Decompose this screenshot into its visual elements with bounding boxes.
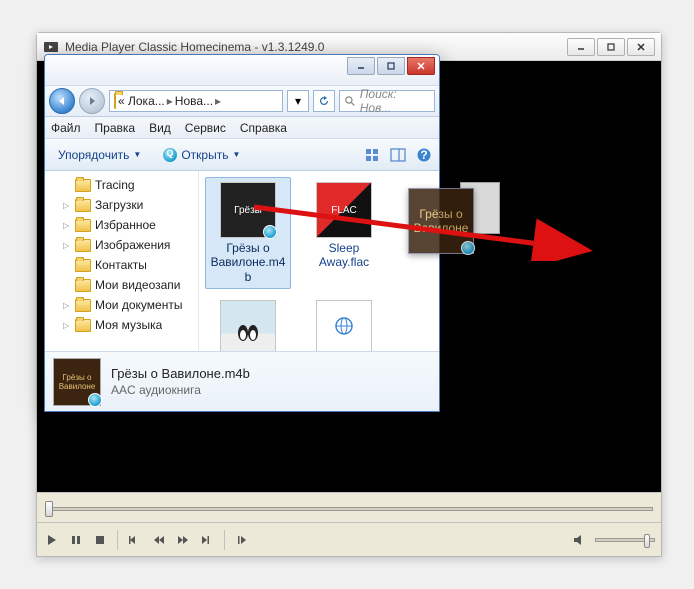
breadcrumb-segment[interactable]: Нова... — [175, 94, 213, 108]
step-button[interactable] — [233, 531, 251, 549]
help-button[interactable]: ? — [415, 146, 433, 164]
quicktime-overlay-icon — [88, 393, 102, 407]
chevron-down-icon: ▼ — [232, 150, 240, 159]
details-pane: Грёзы оВавилоне Грёзы о Вавилоне.m4b AAC… — [45, 351, 439, 411]
folder-icon — [114, 94, 116, 108]
mpc-title: Media Player Classic Homecinema - v1.3.1… — [65, 40, 567, 54]
skip-forward-button[interactable] — [198, 531, 216, 549]
svg-text:?: ? — [420, 148, 427, 162]
chevron-right-icon: ▸ — [215, 94, 221, 108]
views-button[interactable] — [363, 146, 381, 164]
mpc-seek-bar[interactable] — [37, 492, 661, 522]
file-name: Грёзы о Вавилоне.m4b — [208, 241, 288, 284]
explorer-toolbar: Упорядочить▼ Открыть▼ ? — [45, 139, 439, 171]
organize-button[interactable]: Упорядочить▼ — [51, 145, 148, 165]
expand-icon[interactable]: ▷ — [63, 201, 71, 210]
back-button[interactable] — [49, 88, 75, 114]
folder-icon — [75, 279, 91, 292]
tree-item[interactable]: ▷Загрузки — [51, 195, 198, 215]
quicktime-overlay-icon — [263, 225, 277, 239]
mpc-minimize-button[interactable] — [567, 38, 595, 56]
folder-icon — [75, 299, 91, 312]
details-thumbnail: Грёзы оВавилоне — [53, 358, 101, 406]
menu-tools[interactable]: Сервис — [185, 121, 226, 135]
mpc-app-icon — [43, 39, 59, 55]
folder-icon — [75, 259, 91, 272]
rewind-button[interactable] — [150, 531, 168, 549]
folder-icon — [75, 239, 91, 252]
search-placeholder: Поиск: Нов... — [360, 87, 430, 115]
explorer-close-button[interactable] — [407, 57, 435, 75]
file-thumbnail — [316, 300, 372, 356]
file-thumbnail — [220, 300, 276, 356]
mpc-close-button[interactable] — [627, 38, 655, 56]
details-filename: Грёзы о Вавилоне.m4b — [111, 366, 250, 381]
explorer-titlebar[interactable] — [45, 55, 439, 85]
tree-item[interactable]: Мои видеозапи — [51, 275, 198, 295]
menu-file[interactable]: Файл — [51, 121, 81, 135]
chevron-right-icon: ▸ — [167, 94, 173, 108]
menu-view[interactable]: Вид — [149, 121, 171, 135]
mute-button[interactable] — [571, 531, 589, 549]
folder-icon — [75, 199, 91, 212]
search-input[interactable]: Поиск: Нов... — [339, 90, 435, 112]
preview-pane-button[interactable] — [389, 146, 407, 164]
file-thumbnail: FLAC — [316, 182, 372, 238]
forward-button[interactable] — [79, 88, 105, 114]
file-list[interactable]: Грёзы Грёзы о Вавилоне.m4b FLAC Sleep Aw… — [199, 171, 439, 351]
explorer-minimize-button[interactable] — [347, 57, 375, 75]
explorer-navbar: « Лока... ▸ Нова... ▸ ▾ Поиск: Нов... — [45, 85, 439, 117]
fast-forward-button[interactable] — [174, 531, 192, 549]
expand-icon[interactable]: ▷ — [63, 221, 71, 230]
tree-item[interactable]: Tracing — [51, 175, 198, 195]
drag-ghost: Грёзы о Вавилоне — [408, 188, 494, 280]
file-thumbnail: Грёзы — [220, 182, 276, 238]
tree-item[interactable]: ▷Изображения — [51, 235, 198, 255]
skip-back-button[interactable] — [126, 531, 144, 549]
explorer-window: « Лока... ▸ Нова... ▸ ▾ Поиск: Нов... Фа… — [44, 54, 440, 412]
mpc-controls — [37, 522, 661, 556]
folder-icon — [75, 319, 91, 332]
refresh-button[interactable] — [313, 90, 335, 112]
breadcrumb[interactable]: « Лока... ▸ Нова... ▸ — [109, 90, 283, 112]
breadcrumb-segment[interactable]: « Лока... — [118, 94, 165, 108]
menu-edit[interactable]: Правка — [95, 121, 136, 135]
menu-help[interactable]: Справка — [240, 121, 287, 135]
folder-icon — [75, 219, 91, 232]
breadcrumb-dropdown[interactable]: ▾ — [287, 90, 309, 112]
explorer-maximize-button[interactable] — [377, 57, 405, 75]
volume-slider[interactable] — [595, 538, 655, 542]
mpc-maximize-button[interactable] — [597, 38, 625, 56]
quicktime-overlay-icon — [461, 241, 475, 255]
expand-icon[interactable]: ▷ — [63, 301, 71, 310]
tree-item[interactable]: ▷Избранное — [51, 215, 198, 235]
play-button[interactable] — [43, 531, 61, 549]
tree-item[interactable]: ▷Мои документы — [51, 295, 198, 315]
folder-tree[interactable]: Tracing ▷Загрузки ▷Избранное ▷Изображени… — [45, 171, 199, 351]
search-icon — [344, 95, 356, 107]
tree-item[interactable]: Контакты — [51, 255, 198, 275]
tree-item[interactable]: ▷Моя музыка — [51, 315, 198, 335]
open-button[interactable]: Открыть▼ — [156, 145, 247, 165]
explorer-menubar: Файл Правка Вид Сервис Справка — [45, 117, 439, 139]
expand-icon[interactable]: ▷ — [63, 241, 71, 250]
details-filetype: AAC аудиокнига — [111, 383, 250, 397]
chevron-down-icon: ▼ — [133, 150, 141, 159]
pause-button[interactable] — [67, 531, 85, 549]
file-item[interactable]: Грёзы Грёзы о Вавилоне.m4b — [205, 177, 291, 289]
folder-icon — [75, 179, 91, 192]
stop-button[interactable] — [91, 531, 109, 549]
file-item[interactable]: FLAC Sleep Away.flac — [301, 177, 387, 289]
file-name: Sleep Away.flac — [304, 241, 384, 270]
quicktime-icon — [163, 148, 177, 162]
expand-icon[interactable]: ▷ — [63, 321, 71, 330]
